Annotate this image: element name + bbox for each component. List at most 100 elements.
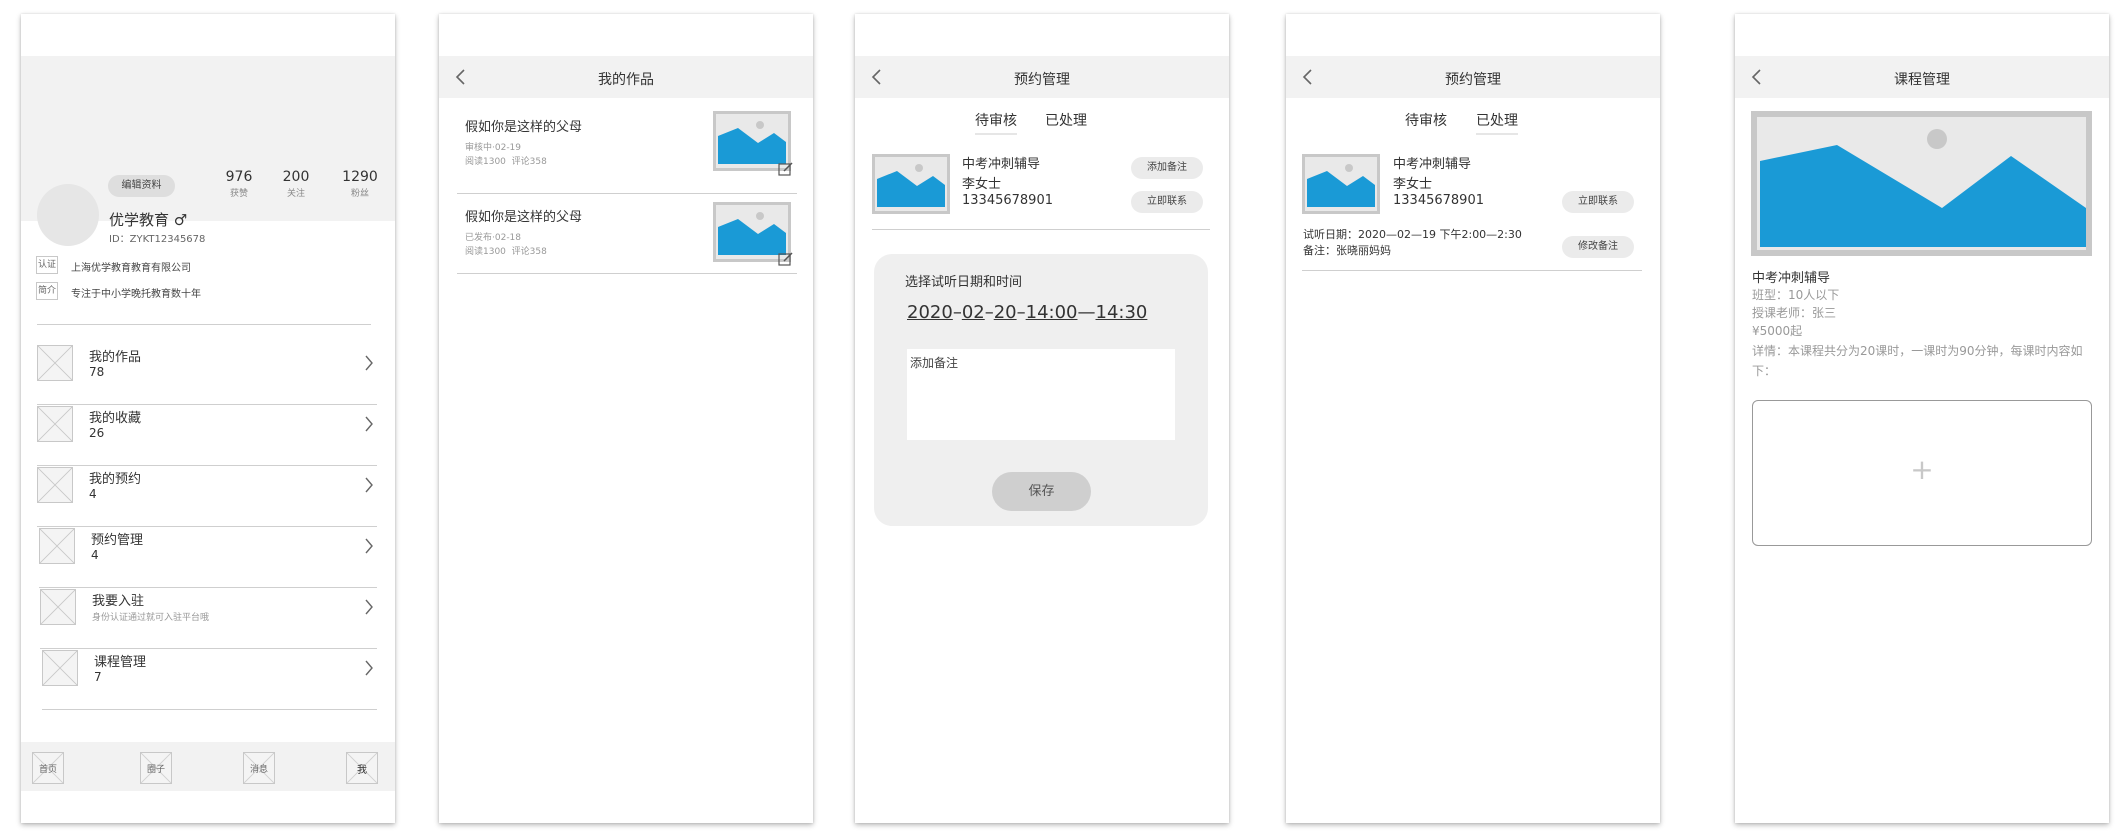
chevron-right-icon [365, 538, 373, 554]
schedule-heading: 选择试听日期和时间 [905, 275, 1023, 290]
date-sep: – [1016, 302, 1026, 323]
stat-label: 获赞 [229, 189, 248, 199]
divider [457, 273, 797, 274]
course-cover-image[interactable] [1751, 111, 2092, 256]
stat-fans[interactable]: 1290 粉丝 [335, 169, 385, 199]
booking-note: 备注：张晓丽妈妈 [1303, 244, 1391, 257]
cert-text: 上海优学教育教育有限公司 [71, 263, 191, 274]
stat-following[interactable]: 200 关注 [274, 169, 318, 199]
booking-pending-screen: 预约管理 待审核 已处理 中考冲刺辅导 李女士 13345678901 添加备注… [855, 14, 1229, 823]
work-item[interactable]: 假如你是这样的父母 已发布·02-18 阅读1300 评论358 [457, 194, 797, 274]
trial-date: 试听日期：2020—02—19 下午2:00—2:30 [1303, 228, 1522, 241]
menu-item-my-favorites[interactable]: 我的收藏 26 [37, 405, 377, 466]
menu-item-title: 我的收藏 [89, 411, 142, 426]
course-teacher: 授课老师：张三 [1752, 306, 1837, 320]
divider [872, 229, 1210, 230]
date-month[interactable]: 02 [962, 302, 985, 323]
tab-processed[interactable]: 已处理 [1476, 110, 1518, 135]
stat-likes[interactable]: 976 获赞 [217, 169, 261, 199]
item-placeholder-icon [39, 528, 75, 564]
add-note-button[interactable]: 添加备注 [1131, 157, 1203, 179]
edit-profile-button[interactable]: 编辑资料 [108, 175, 175, 197]
avatar[interactable] [37, 184, 99, 246]
chevron-right-icon [365, 660, 373, 676]
tab-label: 圈子 [146, 765, 165, 775]
add-content-box[interactable]: + [1752, 400, 2092, 546]
tab-label: 我 [357, 765, 367, 776]
menu-item-sub: 7 [94, 670, 102, 684]
stat-value: 976 [225, 169, 253, 185]
work-item[interactable]: 假如你是这样的父母 审核中·02-19 阅读1300 评论358 [457, 106, 797, 194]
tab-label: 消息 [249, 765, 268, 775]
tab-circle[interactable]: 圈子 [140, 752, 172, 784]
menu-item-sub: 26 [89, 426, 105, 440]
booking-processed-screen: 预约管理 待审核 已处理 中考冲刺辅导 李女士 13345678901 立即联系… [1286, 14, 1660, 823]
work-stats: 阅读1300 评论358 [465, 247, 547, 257]
course-price: ¥5000起 [1752, 324, 1803, 338]
item-placeholder-icon [37, 406, 73, 442]
tab-pending[interactable]: 待审核 [975, 110, 1017, 135]
intro-text: 专注于中小学晚托教育数十年 [71, 289, 201, 300]
booking-phone: 13345678901 [962, 193, 1053, 208]
menu-item-my-bookings[interactable]: 我的预约 4 [37, 466, 377, 527]
chevron-right-icon [365, 416, 373, 432]
tab-pending[interactable]: 待审核 [1405, 110, 1447, 130]
edit-note-button[interactable]: 修改备注 [1562, 236, 1634, 258]
course-screen: 课程管理 中考冲刺辅导 班型：10人以下 授课老师：张三 ¥5000起 详情：本… [1735, 14, 2109, 823]
stat-value: 1290 [342, 169, 378, 185]
time-sep: — [1077, 302, 1096, 323]
menu-item-sub: 78 [89, 365, 105, 379]
profile-id: ID：ZYKT12345678 [109, 234, 206, 245]
tab-processed[interactable]: 已处理 [1045, 110, 1087, 130]
course-class-type: 班型：10人以下 [1752, 288, 1840, 302]
date-time-selector[interactable]: 2020–02–20–14:00—14:30 [907, 302, 1147, 323]
course-thumbnail [1302, 154, 1380, 214]
date-year[interactable]: 2020 [907, 302, 953, 323]
profile-name: 优学教育 ♂ [109, 211, 188, 229]
profile-screen: 编辑资料 976 获赞 200 关注 1290 粉丝 优学教育 ♂ ID：ZYK… [21, 14, 395, 823]
date-sep: – [952, 302, 962, 323]
page-title: 课程管理 [1894, 72, 1950, 88]
stat-value: 200 [282, 169, 310, 185]
work-status: 审核中·02-19 [465, 143, 522, 153]
booking-course: 中考冲刺辅导 [1393, 157, 1472, 172]
chevron-right-icon [365, 477, 373, 493]
tab-me[interactable]: 我 [346, 752, 378, 784]
edit-icon[interactable] [778, 251, 794, 267]
course-thumbnail [872, 154, 950, 214]
tab-bar: 首页 圈子 消息 我 [21, 742, 395, 791]
date-day[interactable]: 20 [994, 302, 1017, 323]
time-start[interactable]: 14:00 [1026, 302, 1078, 323]
item-placeholder-icon [40, 589, 76, 625]
tab-home[interactable]: 首页 [32, 752, 64, 784]
navbar: 我的作品 [439, 56, 813, 98]
note-input[interactable]: 添加备注 [907, 349, 1175, 440]
page-title: 我的作品 [598, 72, 654, 88]
menu-item-title: 我的作品 [89, 350, 142, 365]
menu-item-join-platform[interactable]: 我要入驻 身份认证通过就可入驻平台哦 [40, 588, 377, 649]
menu-item-booking-management[interactable]: 预约管理 4 [39, 527, 377, 588]
page-title: 预约管理 [1014, 72, 1070, 88]
course-detail: 详情：本课程共分为20课时，一课时为90分钟，每课时内容如下： [1752, 344, 2083, 378]
work-title: 假如你是这样的父母 [465, 210, 583, 225]
note-placeholder: 添加备注 [910, 356, 959, 370]
divider [42, 709, 377, 710]
menu-item-sub: 4 [91, 548, 99, 562]
date-sep: – [984, 302, 994, 323]
menu-item-title: 我的预约 [89, 472, 142, 487]
contact-now-button[interactable]: 立即联系 [1131, 191, 1203, 213]
edit-icon[interactable] [778, 161, 794, 177]
page-title: 预约管理 [1445, 72, 1501, 88]
contact-now-button[interactable]: 立即联系 [1562, 191, 1634, 213]
tab-messages[interactable]: 消息 [243, 752, 275, 784]
booking-person: 李女士 [962, 177, 1002, 192]
booking-phone: 13345678901 [1393, 193, 1484, 208]
time-end[interactable]: 14:30 [1096, 302, 1148, 323]
save-button[interactable]: 保存 [992, 472, 1091, 511]
menu-item-course-management[interactable]: 课程管理 7 [42, 649, 377, 710]
menu-item-my-works[interactable]: 我的作品 78 [37, 344, 377, 405]
navbar: 预约管理 [1286, 56, 1660, 98]
divider [37, 324, 371, 325]
item-placeholder-icon [37, 345, 73, 381]
item-placeholder-icon [42, 650, 78, 686]
